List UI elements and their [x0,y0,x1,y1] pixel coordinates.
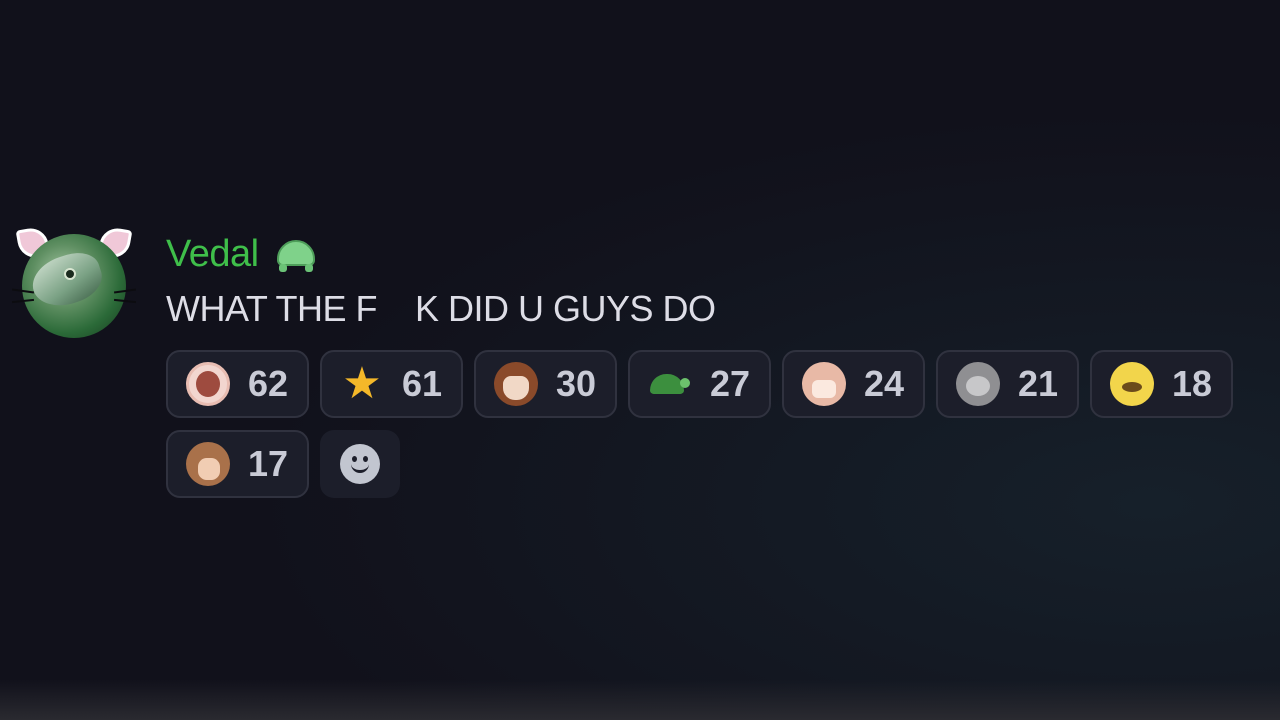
reaction-bar: 62 ★ 61 30 27 24 21 18 17 [166,350,1246,498]
bottom-edge [0,680,1280,720]
reaction-screaming-mouth[interactable]: 62 [166,350,309,418]
reaction-count: 62 [248,363,289,404]
reaction-laughing-face[interactable]: 17 [166,430,309,498]
reaction-star[interactable]: ★ 61 [320,350,463,418]
smile-icon [340,444,380,484]
avatar[interactable] [11,225,137,338]
message-text: WHAT THE F K DID U GUYS DO [166,288,716,329]
yellow-face-emoji-icon [1110,362,1154,406]
reaction-turtle[interactable]: 27 [628,350,771,418]
message-header: Vedal [166,228,1256,280]
message-content: Vedal WHAT THE F K DID U GUYS DO 62 ★ 61 [166,228,1256,498]
laughing-face-emoji-icon [186,442,230,486]
reaction-count: 24 [864,363,905,404]
turtle-emoji-icon [648,362,692,406]
grinning-girl-emoji-icon [494,362,538,406]
reaction-cat[interactable]: 21 [936,350,1079,418]
star-emoji-icon: ★ [342,359,382,408]
reaction-crying-girl[interactable]: 24 [782,350,925,418]
reaction-grinning-girl[interactable]: 30 [474,350,617,418]
reaction-count: 21 [1018,363,1059,404]
reaction-count: 27 [710,363,751,404]
reaction-count: 30 [556,363,597,404]
lizard-avatar-image [22,234,126,338]
cat-emoji-icon [956,362,1000,406]
chat-view: Vedal WHAT THE F K DID U GUYS DO 62 ★ 61 [0,0,1280,720]
reaction-count: 61 [402,363,443,404]
turtle-icon[interactable] [273,236,319,272]
reaction-yellow-face[interactable]: 18 [1090,350,1233,418]
add-reaction-button[interactable] [320,430,400,498]
reaction-count: 18 [1172,363,1213,404]
crying-girl-emoji-icon [802,362,846,406]
screaming-mouth-emoji-icon [186,362,230,406]
reaction-count: 17 [248,443,289,484]
username[interactable]: Vedal [166,233,259,276]
